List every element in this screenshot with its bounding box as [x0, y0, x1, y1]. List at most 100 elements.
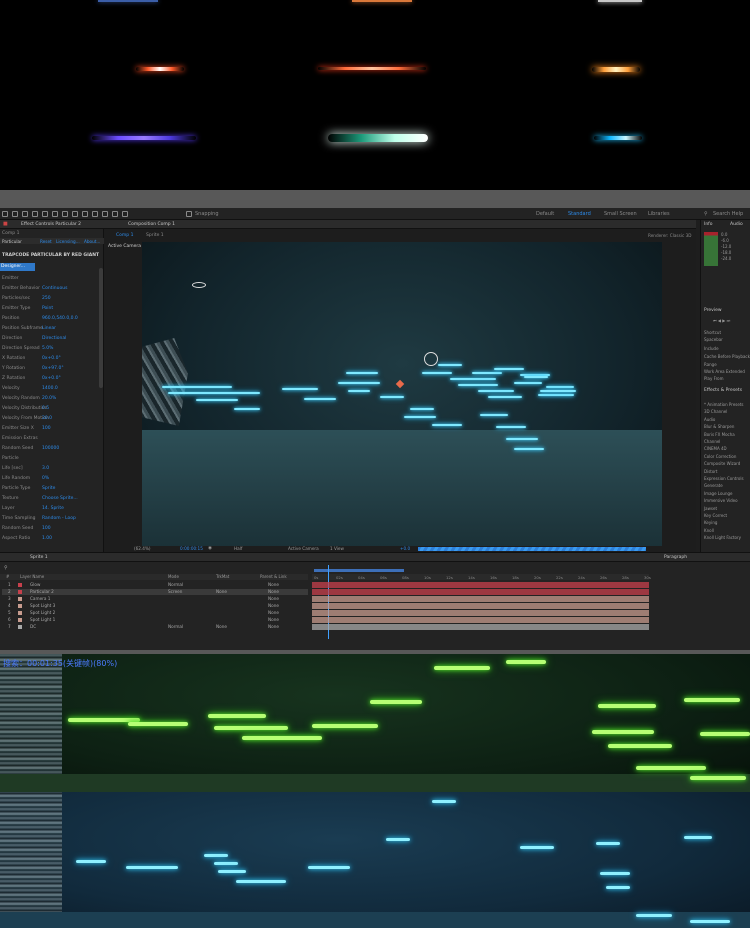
exposure-value[interactable]: +0.0	[400, 546, 410, 551]
fx-property-value[interactable]: 1400.0	[42, 386, 58, 391]
effects-category-item[interactable]: Blur & Sharpen	[704, 424, 734, 429]
effects-category-item[interactable]: Channel	[704, 439, 720, 444]
layer-parent-dropdown[interactable]: None	[268, 596, 279, 602]
fx-property-value[interactable]: 20.0	[42, 416, 52, 421]
layer-row[interactable]: 3 Camera 1 None	[2, 596, 308, 602]
effects-presets-tab[interactable]: Effects & Presets	[704, 388, 742, 393]
effects-category-item[interactable]: * Animation Presets	[704, 402, 744, 407]
fx-property-value[interactable]: Point	[42, 306, 53, 311]
roto-tool-icon[interactable]	[122, 211, 128, 217]
effects-category-item[interactable]: Image Lounge	[704, 491, 732, 496]
fx-property-value[interactable]: 960.0,540.0,0.0	[42, 316, 78, 321]
fx-property-value[interactable]: Choose Sprite...	[42, 496, 78, 501]
fx-property-value[interactable]: 100	[42, 526, 51, 531]
layer-duration-bar[interactable]	[312, 603, 649, 609]
camera-dropdown[interactable]: Active Camera	[288, 546, 319, 551]
layer-label-color[interactable]	[18, 597, 22, 601]
brush-tool-icon[interactable]	[82, 211, 88, 217]
layer-parent-dropdown[interactable]: None	[268, 589, 279, 595]
layer-duration-bar[interactable]	[312, 610, 649, 616]
layer-trkmat-dropdown[interactable]: None	[216, 589, 227, 595]
effect-header-row[interactable]: Particular Reset Licensing... About...	[0, 238, 104, 244]
fx-property-value[interactable]: 0x+97.0°	[42, 366, 64, 371]
effects-category-item[interactable]: CINEMA 4D	[704, 446, 727, 451]
composition-tab[interactable]: Composition Comp 1	[104, 220, 696, 229]
layer-duration-bar[interactable]	[312, 589, 649, 595]
workspace-default[interactable]: Default	[536, 211, 554, 217]
layer-label-color[interactable]	[18, 583, 22, 587]
layer-row[interactable]: 5 Spot Light 2 None	[2, 610, 308, 616]
effects-category-item[interactable]: 3D Channel	[704, 409, 727, 414]
timeline-tab-sprite[interactable]: Sprite 1	[30, 555, 48, 560]
preview-tab[interactable]: Preview	[704, 308, 722, 313]
fx-property-value[interactable]: 1.00	[42, 536, 52, 541]
fx-property-value[interactable]: 0x+0.0°	[42, 376, 61, 381]
layer-parent-dropdown[interactable]: None	[268, 582, 279, 588]
layer-label-color[interactable]	[18, 590, 22, 594]
effect-controls-tab[interactable]: ■ Effect Controls Particular 2	[0, 220, 104, 229]
fx-property-value[interactable]: Linear	[42, 326, 56, 331]
stamp-tool-icon[interactable]	[92, 211, 98, 217]
composition-viewer[interactable]	[142, 242, 662, 546]
layer-duration-bar[interactable]	[312, 582, 649, 588]
reset-link[interactable]: Reset	[40, 239, 52, 244]
effects-category-item[interactable]: Knoll	[704, 528, 714, 533]
licensing-link[interactable]: Licensing...	[56, 239, 80, 244]
designer-button[interactable]: Designer...	[0, 263, 35, 271]
layer-parent-dropdown[interactable]: None	[268, 603, 279, 609]
layer-duration-bar[interactable]	[312, 624, 649, 630]
layer-name[interactable]: Glow	[30, 582, 40, 588]
playback-controls[interactable]: ⏮ ◀ ▶ ⏭	[713, 318, 730, 323]
renderer-label[interactable]: Renderer: Classic 3D	[648, 233, 691, 238]
layer-name[interactable]: Spot Light 2	[30, 610, 55, 616]
effects-category-item[interactable]: Key Correct	[704, 513, 727, 518]
effects-category-item[interactable]: Generate	[704, 483, 723, 488]
range-dropdown[interactable]: Work Area Extended	[704, 369, 745, 374]
effects-category-item[interactable]: Boris FX Mocha	[704, 432, 735, 437]
fx-property-value[interactable]: 0x+0.0°	[42, 356, 61, 361]
effects-category-item[interactable]: Keying	[704, 520, 717, 525]
fx-property-value[interactable]: 100000	[42, 446, 59, 451]
layer-row[interactable]: 2 Particular 2 Screen None None	[2, 589, 308, 595]
fx-property-value[interactable]: 250	[42, 296, 51, 301]
hand-tool-icon[interactable]	[22, 211, 28, 217]
zoom-tool-icon[interactable]	[32, 211, 38, 217]
layer-label-color[interactable]	[18, 611, 22, 615]
audio-tab[interactable]: Audio	[730, 222, 743, 227]
effects-category-item[interactable]: Immersive Video	[704, 498, 738, 503]
resolution-dropdown[interactable]: Half	[234, 546, 242, 551]
fx-property-value[interactable]: Random - Loop	[42, 516, 76, 521]
layer-parent-dropdown[interactable]: None	[268, 617, 279, 623]
layer-trkmat-dropdown[interactable]: None	[216, 624, 227, 630]
cache-before-playback-checkbox[interactable]: Cache Before Playback	[704, 354, 750, 359]
snapping-checkbox-icon[interactable]	[186, 211, 192, 217]
light-gizmo-icon[interactable]	[424, 352, 438, 366]
fx-property-value[interactable]: 14. Sprite	[42, 506, 64, 511]
layer-label-color[interactable]	[18, 625, 22, 629]
camera-snapshot-icon[interactable]: ◉	[208, 546, 212, 551]
effects-category-item[interactable]: Knoll Light Factory	[704, 535, 741, 540]
layer-mode-dropdown[interactable]: Normal	[168, 624, 183, 630]
type-tool-icon[interactable]	[72, 211, 78, 217]
fx-scrollbar[interactable]	[99, 268, 103, 388]
effects-category-item[interactable]: Jawset	[704, 506, 717, 511]
effects-category-item[interactable]: Expression Controls	[704, 476, 744, 481]
pen-tool-icon[interactable]	[62, 211, 68, 217]
shortcut-dropdown[interactable]: Spacebar	[704, 337, 723, 342]
fx-property-value[interactable]: 3.0	[42, 466, 49, 471]
eraser-tool-icon[interactable]	[102, 211, 108, 217]
layer-label-color[interactable]	[18, 604, 22, 608]
search-icon[interactable]: ⚲	[704, 211, 708, 217]
layer-row[interactable]: 1 Glow Normal None	[2, 582, 308, 588]
camera-tool-icon[interactable]	[52, 211, 58, 217]
breadcrumb-comp-1[interactable]: Comp 1	[116, 233, 133, 238]
timeline-search-icon[interactable]: ⚲	[4, 565, 8, 571]
layer-name[interactable]: Spot Light 3	[30, 603, 55, 609]
fx-property-value[interactable]: Sprite	[42, 486, 55, 491]
fx-property-value[interactable]: 0.5	[42, 406, 49, 411]
layer-label-color[interactable]	[18, 618, 22, 622]
magnification-dropdown[interactable]: (62.4%)	[134, 546, 151, 551]
fx-property-value[interactable]: 100	[42, 426, 51, 431]
lock-icon[interactable]: ■	[3, 221, 8, 227]
fx-property-value[interactable]: Continuous	[42, 286, 67, 291]
